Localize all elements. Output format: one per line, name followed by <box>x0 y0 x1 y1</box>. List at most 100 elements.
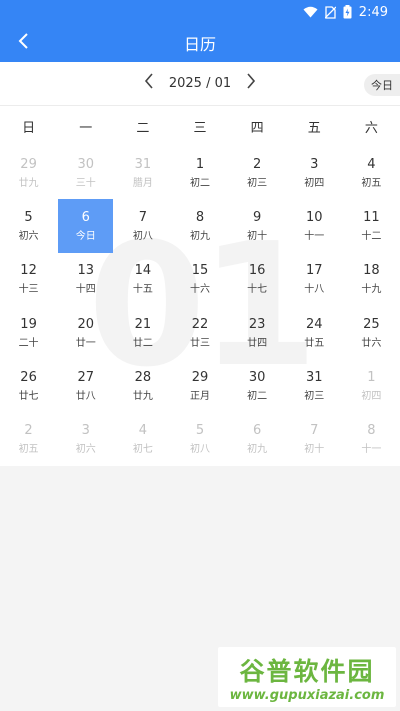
day-cell[interactable]: 9 初十 <box>229 199 286 252</box>
lunar-date: 十七 <box>247 284 268 296</box>
day-number: 16 <box>248 263 266 279</box>
lunar-date: 初八 <box>132 230 153 242</box>
next-month-button[interactable] <box>238 70 264 96</box>
day-cell[interactable]: 6 初九 <box>229 413 286 466</box>
battery-icon <box>343 5 352 19</box>
weekday-label: 四 <box>250 120 264 136</box>
day-number: 18 <box>363 263 380 279</box>
site-watermark: 谷普软件园 www.gupuxiazai.com <box>218 647 396 707</box>
lunar-date: 十三 <box>18 284 39 296</box>
lunar-date: 三十 <box>75 177 96 189</box>
day-cell[interactable]: 19 二十 <box>0 306 57 359</box>
lunar-date: 二十 <box>18 337 39 349</box>
day-number: 15 <box>191 263 209 279</box>
day-cell[interactable]: 2 初三 <box>229 146 286 199</box>
day-cell[interactable]: 13 十四 <box>57 253 114 306</box>
day-cell[interactable]: 30 三十 <box>57 146 114 199</box>
day-number: 11 <box>363 209 380 225</box>
day-number: 27 <box>77 369 94 385</box>
day-number: 10 <box>306 209 323 225</box>
day-cell[interactable]: 3 初四 <box>286 146 343 199</box>
day-number: 30 <box>77 156 94 172</box>
lunar-date: 十一 <box>361 444 382 456</box>
lunar-date: 初十 <box>304 444 325 456</box>
day-number: 4 <box>367 156 376 172</box>
day-cell[interactable]: 3 初六 <box>57 413 114 466</box>
day-number: 5 <box>195 423 205 439</box>
day-number: 3 <box>310 156 319 172</box>
day-cell[interactable]: 15 十六 <box>171 253 228 306</box>
status-time: 2:49 <box>358 4 388 20</box>
day-cell[interactable]: 31 初三 <box>286 359 343 412</box>
day-cell[interactable]: 8 十一 <box>343 413 400 466</box>
today-button[interactable]: 今日 <box>364 74 400 96</box>
day-cell[interactable]: 29 廿九 <box>0 146 57 199</box>
day-cell[interactable]: 10 十一 <box>286 199 343 252</box>
day-cell[interactable]: 26 廿七 <box>0 359 57 412</box>
weekday-header: 日 一 二 三 四 五 六 <box>0 106 400 146</box>
month-navigation: 2025 / 01 今日 <box>0 62 400 104</box>
day-number: 26 <box>20 369 37 385</box>
lunar-date: 初四 <box>361 390 382 402</box>
day-cell[interactable]: 4 初七 <box>114 413 171 466</box>
day-cell[interactable]: 17 十八 <box>286 253 343 306</box>
day-number: 2 <box>24 423 33 439</box>
lunar-date: 腊月 <box>132 177 153 189</box>
lunar-date: 初三 <box>304 390 325 402</box>
lunar-date: 廿八 <box>75 390 96 402</box>
lunar-date: 十二 <box>361 230 382 242</box>
day-number: 7 <box>310 423 319 439</box>
day-cell[interactable]: 1 初二 <box>171 146 228 199</box>
wifi-icon <box>303 6 318 18</box>
day-number: 8 <box>367 423 376 439</box>
lunar-date: 廿六 <box>361 337 382 349</box>
day-cell[interactable]: 8 初九 <box>171 199 228 252</box>
day-cell[interactable]: 31 腊月 <box>114 146 171 199</box>
lunar-date: 初五 <box>361 177 382 189</box>
day-number: 14 <box>134 263 152 279</box>
day-cell[interactable]: 21 廿二 <box>114 306 171 359</box>
day-number: 23 <box>248 316 266 332</box>
day-cell[interactable]: 30 初二 <box>229 359 286 412</box>
lunar-date: 初九 <box>247 444 268 456</box>
lunar-date: 十一 <box>304 230 325 242</box>
day-cell-selected[interactable]: 6 今日 <box>58 199 114 253</box>
lunar-date: 今日 <box>75 230 96 242</box>
day-cell[interactable]: 22 廿三 <box>171 306 228 359</box>
day-cell[interactable]: 14 十五 <box>114 253 171 306</box>
day-cell[interactable]: 5 初八 <box>171 413 228 466</box>
day-cell[interactable]: 5 初六 <box>0 199 57 252</box>
day-cell[interactable]: 11 十二 <box>343 199 400 252</box>
day-cell[interactable]: 27 廿八 <box>57 359 114 412</box>
day-number: 29 <box>191 369 209 385</box>
lunar-date: 十九 <box>361 284 382 296</box>
day-cell[interactable]: 2 初五 <box>0 413 57 466</box>
lunar-date: 初四 <box>304 177 325 189</box>
day-cell[interactable]: 4 初五 <box>343 146 400 199</box>
day-cell[interactable]: 7 初八 <box>114 199 171 252</box>
back-button[interactable] <box>8 28 38 58</box>
prev-month-button[interactable] <box>136 70 162 96</box>
day-cell[interactable]: 7 初十 <box>286 413 343 466</box>
day-cell[interactable]: 23 廿四 <box>229 306 286 359</box>
day-number: 17 <box>306 263 323 279</box>
day-cell[interactable]: 16 十七 <box>229 253 286 306</box>
day-cell[interactable]: 28 廿九 <box>114 359 171 412</box>
day-number: 22 <box>191 316 209 332</box>
lunar-date: 廿七 <box>18 390 39 402</box>
lunar-date: 十五 <box>132 284 153 296</box>
day-cell[interactable]: 12 十三 <box>0 253 57 306</box>
watermark-url: www.gupuxiazai.com <box>229 687 385 703</box>
day-cell[interactable]: 18 十九 <box>343 253 400 306</box>
day-cell[interactable]: 20 廿一 <box>57 306 114 359</box>
lunar-date: 初九 <box>189 230 210 242</box>
day-number: 1 <box>195 156 205 172</box>
day-cell[interactable]: 25 廿六 <box>343 306 400 359</box>
day-number: 6 <box>252 423 262 439</box>
day-cell[interactable]: 29 正月 <box>171 359 228 412</box>
day-number: 6 <box>81 209 90 225</box>
chevron-left-icon <box>17 32 29 54</box>
day-cell[interactable]: 1 初四 <box>343 359 400 412</box>
day-number: 30 <box>248 369 266 385</box>
day-cell[interactable]: 24 廿五 <box>286 306 343 359</box>
